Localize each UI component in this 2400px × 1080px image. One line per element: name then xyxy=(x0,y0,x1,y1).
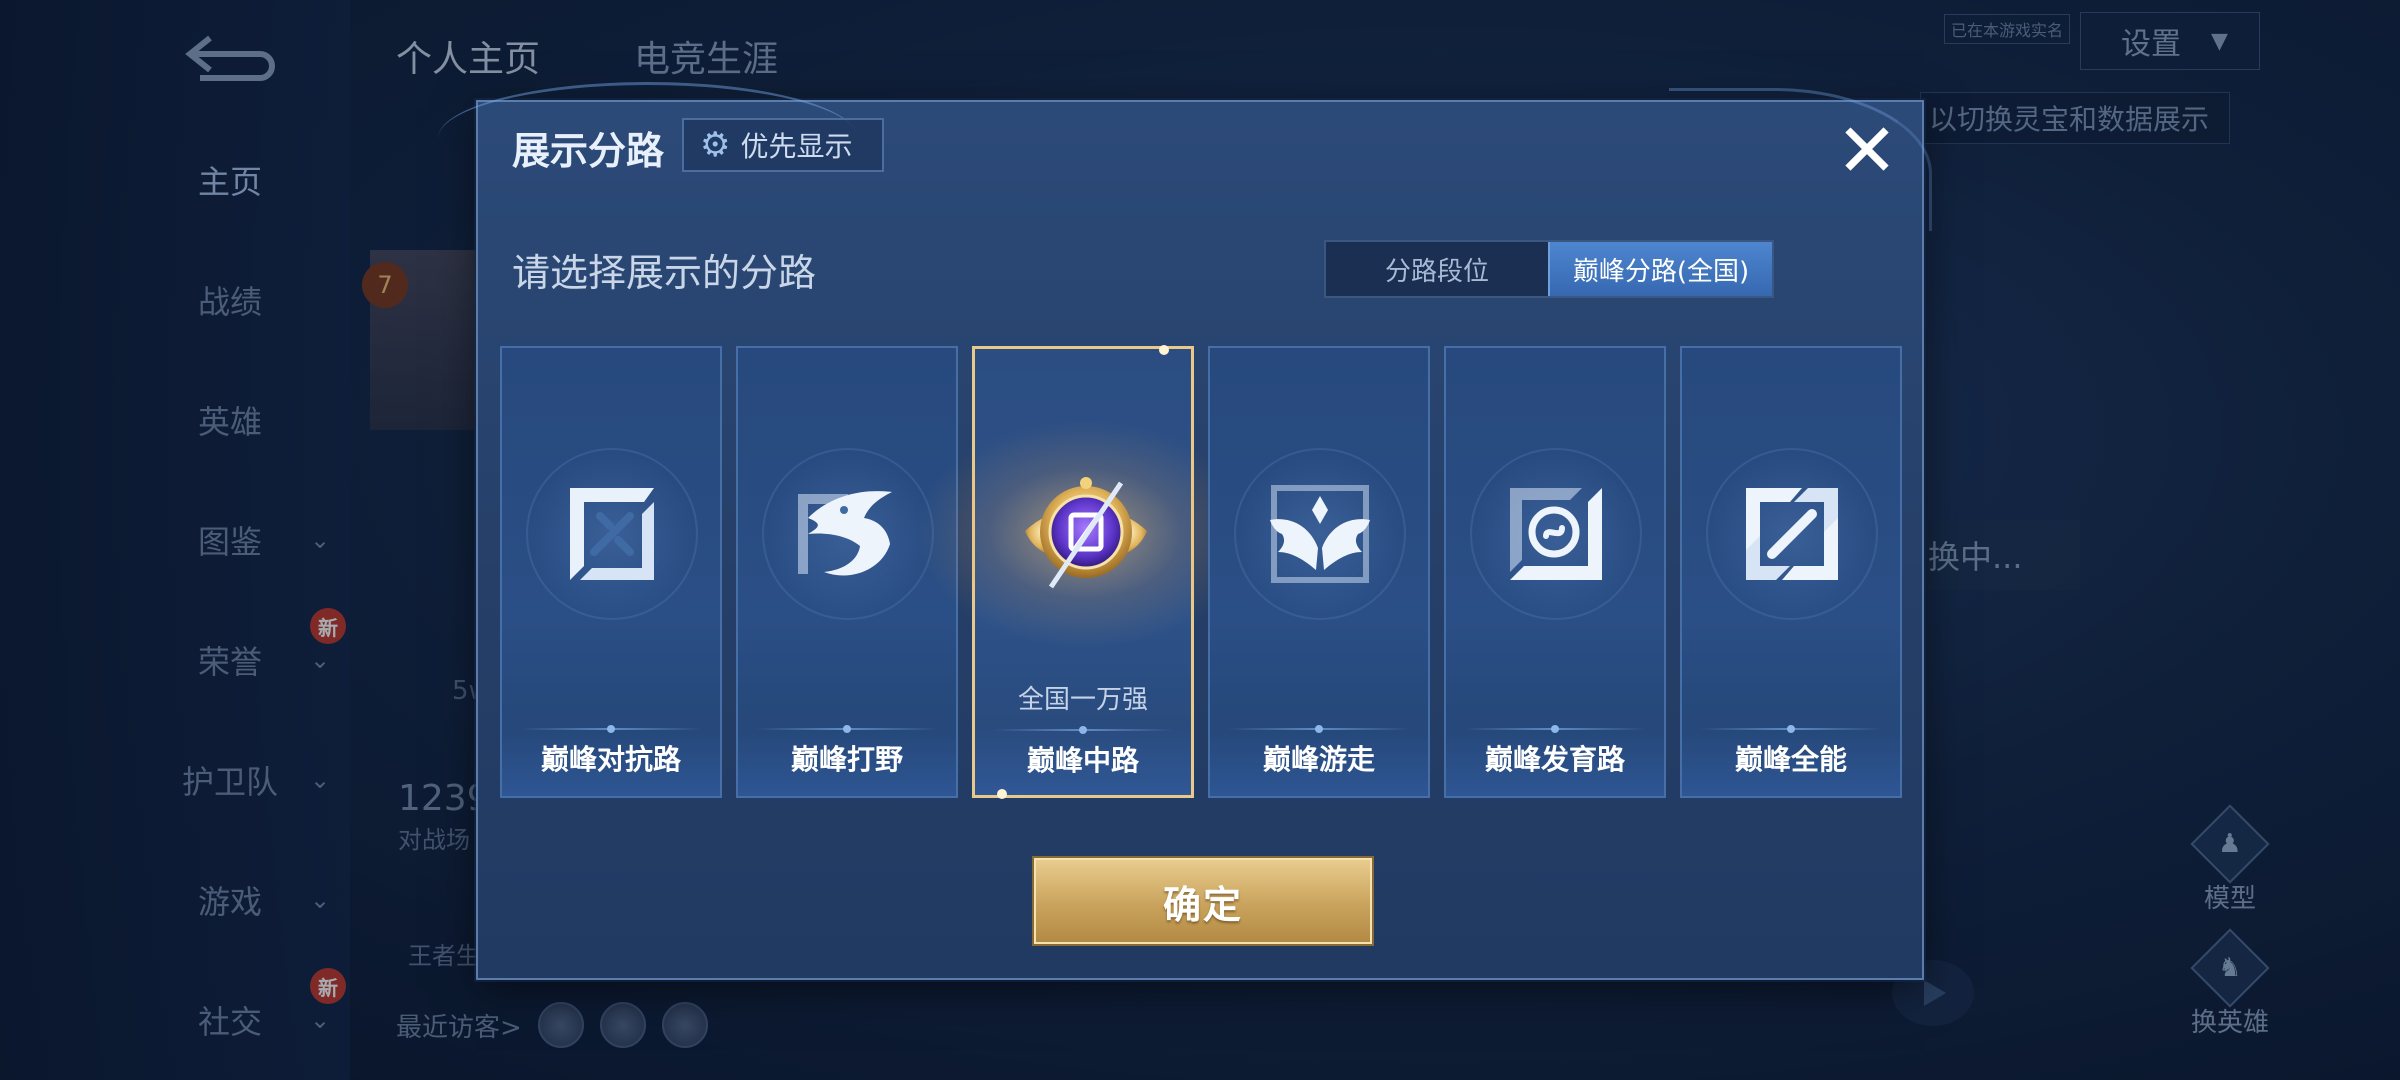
lane-card-list: 巅峰对抗路 巅峰打野 全国一万强 巅峰中路 巅峰游走 巅峰发育路 巅峰全能 xyxy=(500,345,1904,799)
lane-card-mid[interactable]: 全国一万强 巅峰中路 xyxy=(915,345,1255,799)
close-icon: ✕ xyxy=(1835,108,1898,194)
lane-mode-toggle: 分路段位 巅峰分路(全国) xyxy=(1324,240,1774,298)
lane-card-label: 巅峰对抗路 xyxy=(540,743,681,776)
lane-card-clash[interactable]: 巅峰对抗路 xyxy=(500,346,722,798)
lane-display-dialog: 展示分路 ⚙ 优先显示 ✕ 请选择展示的分路 分路段位 巅峰分路(全国) 巅峰对… xyxy=(438,82,1932,980)
dialog-title: 展示分路 xyxy=(512,129,665,173)
lane-card-label: 巅峰中路 xyxy=(1026,744,1139,777)
jungle-icon xyxy=(788,474,908,594)
clash-lane-icon xyxy=(552,474,672,594)
confirm-label: 确定 xyxy=(1162,882,1243,927)
all-round-icon xyxy=(1732,474,1852,594)
gear-icon: ⚙ xyxy=(700,125,731,165)
lane-rank-text: 全国一万强 xyxy=(1017,685,1148,715)
priority-display-label: 优先显示 xyxy=(740,130,853,163)
lane-card-label: 巅峰打野 xyxy=(790,743,903,776)
corner-dot xyxy=(1159,345,1169,355)
farm-lane-icon xyxy=(1496,474,1616,594)
tab-peak-lane-national[interactable]: 巅峰分路(全国) xyxy=(1548,242,1772,296)
lane-card-jungle[interactable]: 巅峰打野 xyxy=(736,346,958,798)
dialog-subtitle: 请选择展示的分路 xyxy=(512,251,817,295)
close-button[interactable]: ✕ xyxy=(1832,108,1902,194)
priority-display-button[interactable]: ⚙ 优先显示 xyxy=(682,118,884,172)
lane-card-roam[interactable]: 巅峰游走 xyxy=(1208,346,1430,798)
confirm-button[interactable]: 确定 xyxy=(1034,858,1372,944)
corner-dot xyxy=(997,789,1007,799)
lane-card-label: 巅峰游走 xyxy=(1262,743,1375,776)
lane-card-label: 巅峰发育路 xyxy=(1484,743,1625,776)
lane-card-allround[interactable]: 巅峰全能 xyxy=(1680,346,1902,798)
mid-lane-medal-icon xyxy=(1011,457,1161,607)
tab-lane-rank[interactable]: 分路段位 xyxy=(1326,242,1548,296)
lane-card-label: 巅峰全能 xyxy=(1734,743,1847,776)
roam-icon xyxy=(1260,474,1380,594)
lane-card-farm[interactable]: 巅峰发育路 xyxy=(1444,346,1666,798)
